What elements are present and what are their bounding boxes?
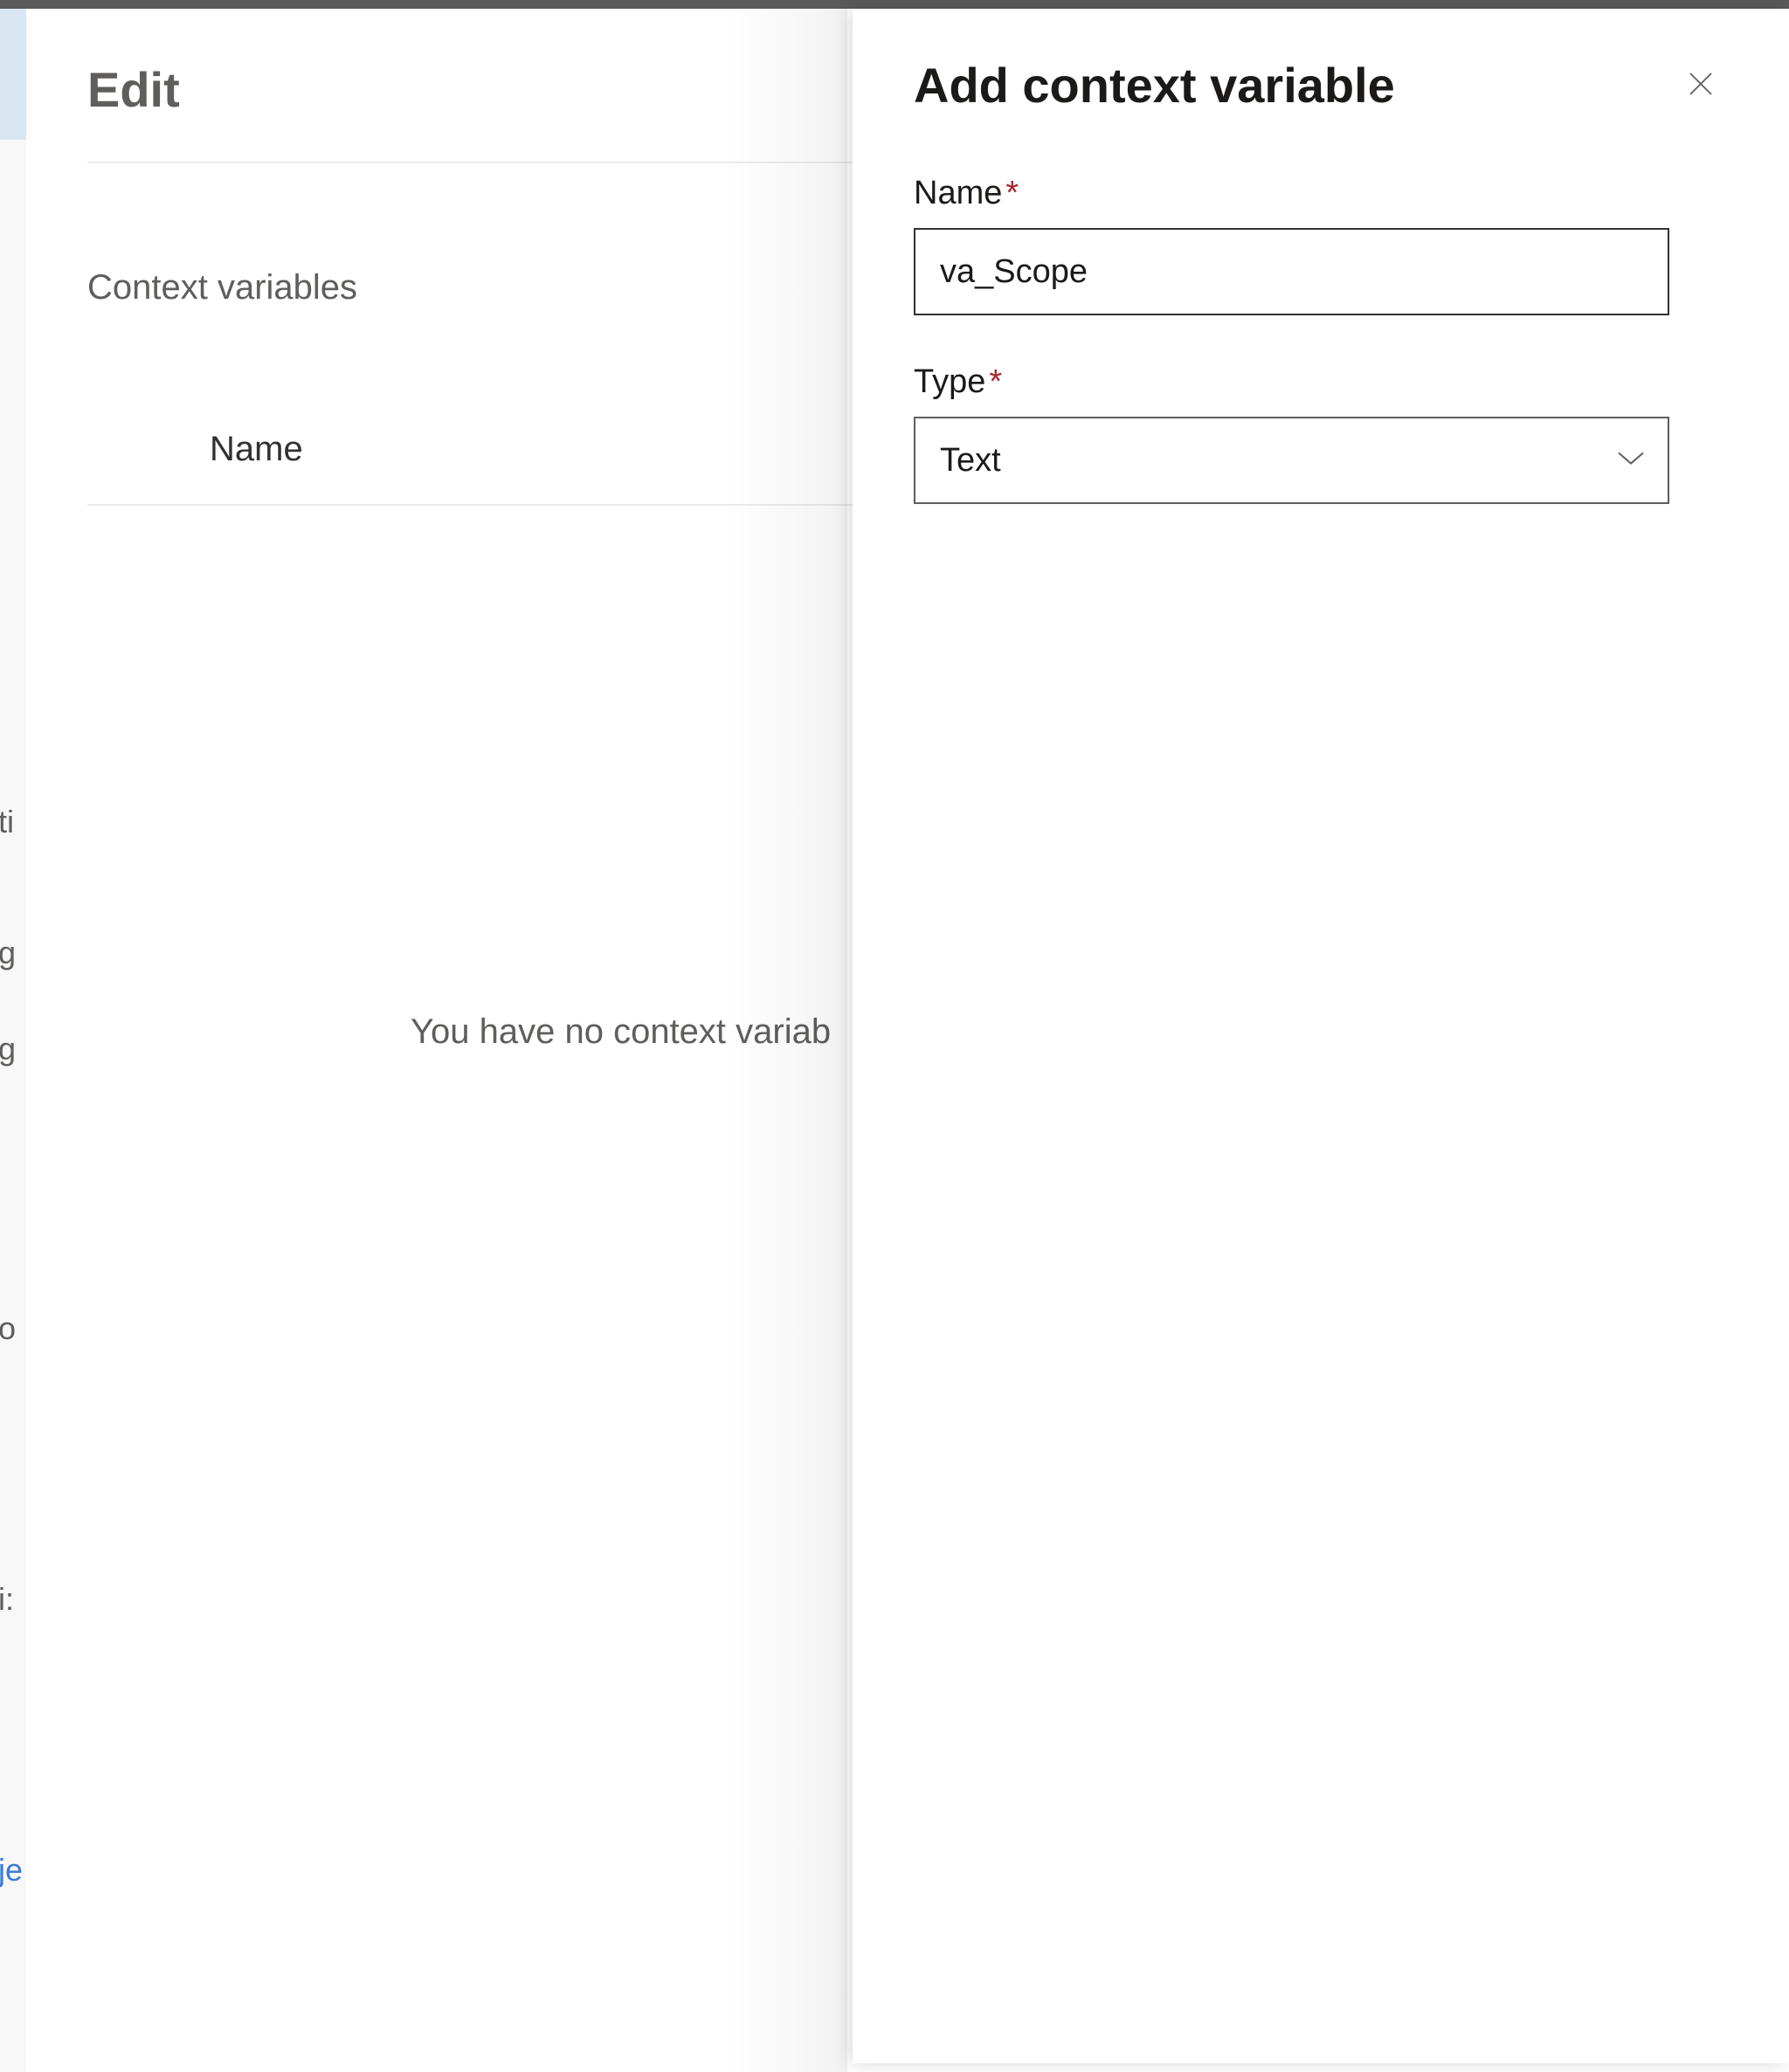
- close-button[interactable]: [1678, 61, 1723, 109]
- required-indicator: *: [989, 363, 1002, 400]
- add-context-variable-title: Add context variable: [914, 57, 1395, 114]
- type-select[interactable]: Text: [914, 417, 1669, 504]
- type-field-group: Type* Text: [914, 363, 1723, 504]
- table-header-divider: [87, 504, 874, 506]
- type-select-wrapper: Text: [914, 417, 1669, 504]
- close-icon: [1685, 68, 1716, 102]
- panel-header: Add context variable: [914, 57, 1723, 114]
- empty-state-message: You have no context variab: [26, 1012, 812, 1052]
- type-select-value: Text: [940, 442, 1001, 480]
- name-field-group: Name*: [914, 175, 1723, 315]
- top-bar: [0, 0, 1789, 9]
- type-field-label: Type*: [914, 363, 1723, 401]
- header-divider: [87, 162, 874, 163]
- add-context-variable-panel: Add context variable Name* Type* Text: [853, 9, 1789, 2063]
- required-indicator: *: [1005, 175, 1019, 211]
- left-edge-accent: [0, 9, 26, 140]
- name-field-label: Name*: [914, 175, 1723, 212]
- name-input[interactable]: [914, 228, 1669, 315]
